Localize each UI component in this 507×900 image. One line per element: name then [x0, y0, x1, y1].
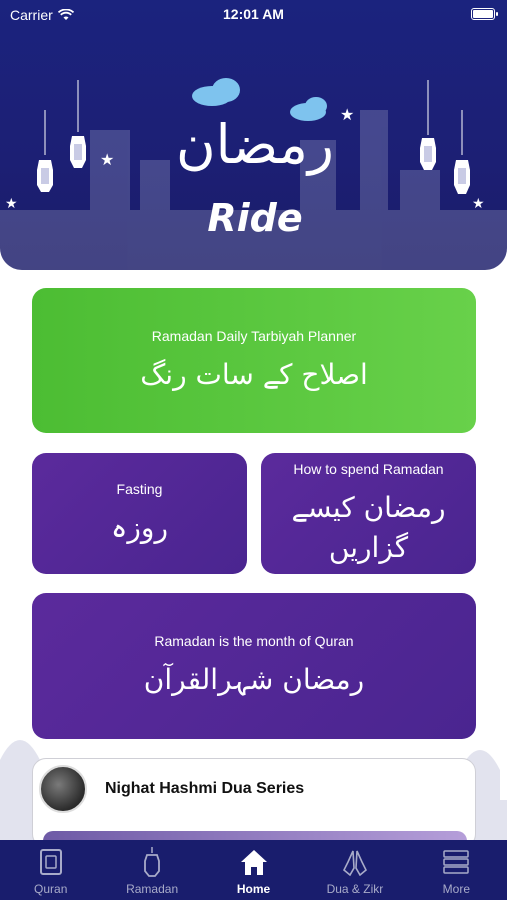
lantern-icon: [37, 110, 53, 192]
spend-ramadan-card[interactable]: How to spend Ramadan رمضان کیسے گزاریں: [261, 453, 476, 574]
tab-more[interactable]: More: [406, 840, 507, 900]
star-icon: ★: [472, 195, 485, 211]
card-title: Fasting: [116, 480, 163, 497]
tab-label: Quran: [34, 882, 68, 896]
star-icon: ★: [5, 195, 18, 211]
card-urdu-title: رمضان کیسے گزاریں: [291, 490, 446, 564]
tab-label: Home: [236, 882, 271, 896]
avatar: [39, 765, 87, 813]
home-icon: [237, 846, 271, 878]
tarbiyah-planner-card[interactable]: Ramadan Daily Tarbiyah Planner اصلاح کے …: [32, 288, 476, 433]
tab-ramadan[interactable]: Ramadan: [101, 840, 202, 900]
tab-label: More: [442, 882, 470, 896]
dua-series-title: Nighat Hashmi Dua Series: [105, 780, 305, 797]
status-bar: Carrier 12:01 AM: [0, 0, 507, 30]
tab-label: Dua & Zikr: [326, 882, 384, 896]
card-title: Ramadan Daily Tarbiyah Planner: [151, 327, 357, 344]
tab-quran[interactable]: Quran: [0, 840, 101, 900]
app-logo-english: Ride: [207, 196, 303, 240]
header-banner: Carrier 12:01 AM ★ ★ ★ ★ رمضان Ride: [0, 0, 507, 270]
dua-series-header: Nighat Hashmi Dua Series: [33, 759, 475, 819]
tab-home[interactable]: Home: [203, 840, 304, 900]
lantern-icon: [70, 80, 86, 168]
card-title: Ramadan is the month of Quran: [154, 633, 354, 649]
quran-book-icon: [34, 846, 68, 878]
praying-hands-icon: [338, 846, 372, 878]
card-urdu-title: رمضان شہرالقرآن: [143, 663, 365, 696]
battery-icon: [471, 8, 498, 20]
dua-series-card[interactable]: Nighat Hashmi Dua Series: [32, 758, 476, 848]
tab-dua-zikr[interactable]: Dua & Zikr: [304, 840, 405, 900]
lantern-icon: [135, 846, 169, 878]
star-icon: ★: [100, 152, 115, 169]
quran-month-card[interactable]: Ramadan is the month of Quran رمضان شہرا…: [32, 593, 476, 739]
lantern-icon: [454, 110, 470, 194]
bottom-tab-bar: Quran Ramadan Home Dua & Zikr More: [0, 840, 507, 900]
card-title: How to spend Ramadan: [293, 460, 444, 477]
fasting-card[interactable]: Fasting روزہ: [32, 453, 247, 574]
status-time: 12:01 AM: [223, 6, 284, 22]
card-urdu-title: روزہ: [111, 510, 168, 544]
more-list-icon: [439, 846, 473, 878]
tab-label: Ramadan: [126, 882, 179, 896]
lantern-icon: [420, 80, 436, 170]
app-logo-urdu: رمضان: [176, 113, 334, 176]
card-urdu-title: اصلاح کے سات رنگ: [140, 357, 368, 391]
